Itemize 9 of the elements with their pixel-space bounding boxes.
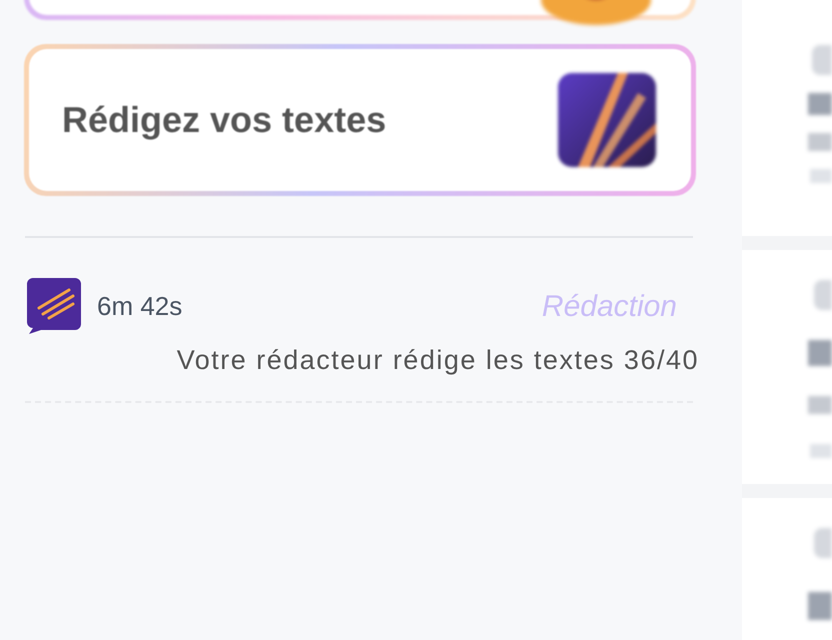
blurred-icon — [814, 528, 832, 558]
stage-label: Rédaction — [542, 288, 677, 324]
status-message: Votre rédacteur rédige les textes 36/40 — [176, 344, 699, 377]
app-logo-icon — [27, 278, 81, 334]
card-title: Rédigez vos textes — [62, 98, 386, 142]
prompt-card[interactable]: Rédigez vos textes — [29, 49, 691, 191]
blurred-icon — [812, 45, 832, 75]
elapsed-time: 6m 42s — [97, 290, 182, 322]
blurred-icon — [814, 280, 832, 310]
